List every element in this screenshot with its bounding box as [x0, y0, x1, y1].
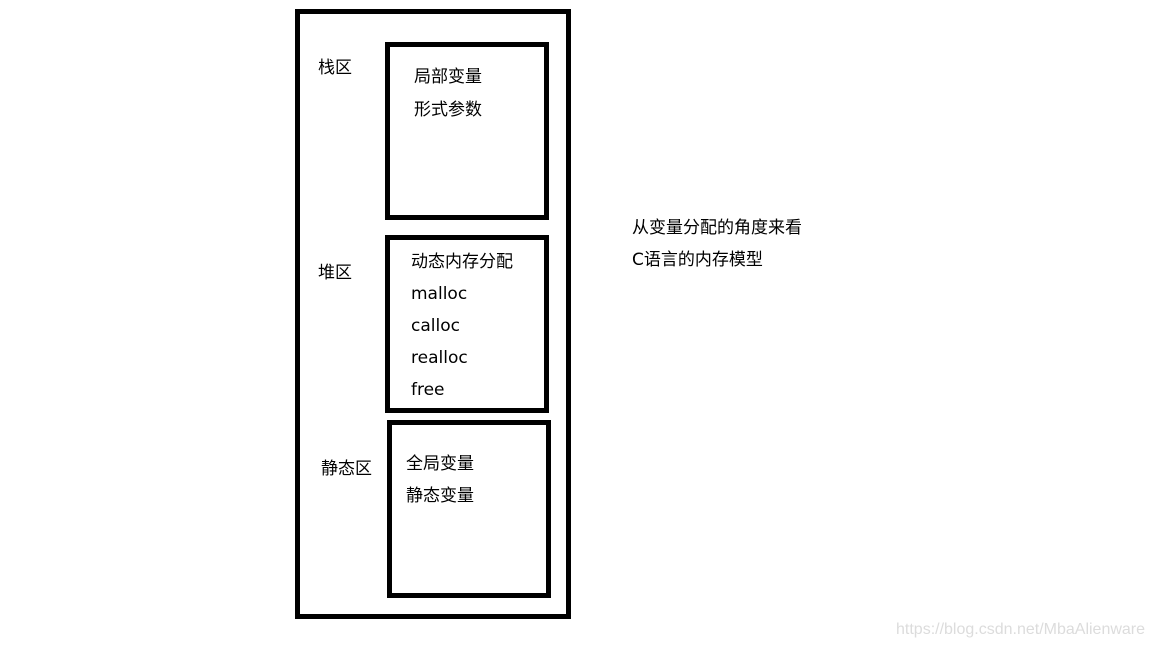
caption-line-2: C语言的内存模型: [632, 250, 763, 270]
caption-line-1: 从变量分配的角度来看: [632, 218, 802, 238]
stack-region-label: 栈区: [318, 58, 352, 78]
stack-item: 形式参数: [414, 100, 482, 120]
heap-item: 动态内存分配: [411, 252, 513, 272]
heap-items-area: 动态内存分配 malloc calloc realloc free: [390, 240, 544, 396]
heap-region-label: 堆区: [318, 263, 352, 283]
static-item: 全局变量: [406, 454, 474, 474]
watermark: https://blog.csdn.net/MbaAlienware: [896, 621, 1146, 638]
static-region-box: [387, 420, 551, 598]
static-item: 静态变量: [406, 486, 474, 506]
static-region-label: 静态区: [321, 459, 372, 479]
heap-item: malloc: [411, 284, 468, 304]
heap-item: free: [411, 380, 445, 396]
heap-item: calloc: [411, 316, 460, 336]
heap-item: realloc: [411, 348, 468, 368]
stack-item: 局部变量: [414, 67, 482, 87]
